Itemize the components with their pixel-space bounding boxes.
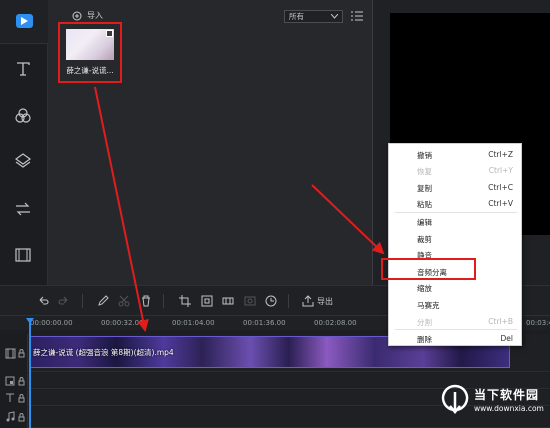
menu-item-crop[interactable]: 裁剪	[389, 230, 523, 246]
menu-item-edit[interactable]: 编辑	[389, 213, 523, 229]
site-logo-icon	[441, 384, 469, 414]
watermark-title: 当下软件园	[474, 388, 540, 402]
menu-item-copy[interactable]: 复制 Ctrl+C	[389, 179, 523, 195]
annotation-highlight-box	[381, 258, 476, 280]
menu-item-redo: 恢复 Ctrl+Y	[417, 166, 513, 176]
menu-item-mosaic[interactable]: 马赛克	[389, 296, 523, 312]
menu-item-undo[interactable]: 撤销 Ctrl+Z	[389, 146, 523, 162]
menu-item-split: 分割 Ctrl+B	[417, 317, 513, 327]
watermark-url: www.downxia.com	[474, 404, 544, 413]
menu-item-zoom[interactable]: 缩放	[389, 279, 523, 295]
menu-item-delete[interactable]: 删除 Del	[389, 330, 523, 346]
context-menu: 撤销 Ctrl+Z 恢复 Ctrl+Y 复制 Ctrl+C 粘贴 Ctrl+V …	[388, 143, 522, 346]
menu-item-paste[interactable]: 粘贴 Ctrl+V	[389, 195, 523, 211]
watermark: 当下软件园 www.downxia.com	[440, 382, 550, 426]
